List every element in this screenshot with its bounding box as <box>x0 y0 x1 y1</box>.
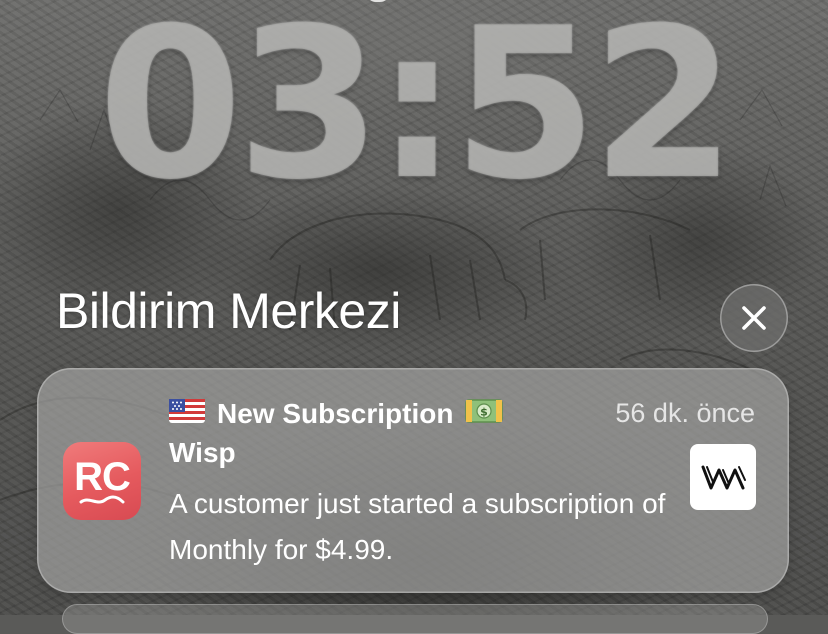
notification-attachment-thumbnail[interactable] <box>690 444 756 510</box>
money-banknote-icon: $ <box>465 398 504 430</box>
notification-body: A customer just started a subscription o… <box>169 488 666 565</box>
revenuecat-app-icon: RC <box>63 442 141 520</box>
stacked-notification-edge[interactable] <box>62 604 768 634</box>
notification-time: 56 dk. önce <box>615 398 755 428</box>
notification-app-name: Wisp <box>169 437 236 468</box>
app-icon-label: RC <box>74 455 131 499</box>
close-icon <box>742 306 766 330</box>
notification-title-row: New Subscription $ <box>169 396 504 432</box>
us-flag-icon <box>169 398 205 430</box>
wisp-logo-icon <box>701 465 746 490</box>
svg-text:$: $ <box>481 406 489 419</box>
lockscreen-clock: 03:52 <box>97 0 736 226</box>
notification-center-title: Bildirim Merkezi <box>56 283 401 339</box>
app-icon-swoosh <box>79 495 125 504</box>
notification-title: New Subscription <box>217 398 454 429</box>
clear-notifications-button[interactable] <box>720 284 788 352</box>
